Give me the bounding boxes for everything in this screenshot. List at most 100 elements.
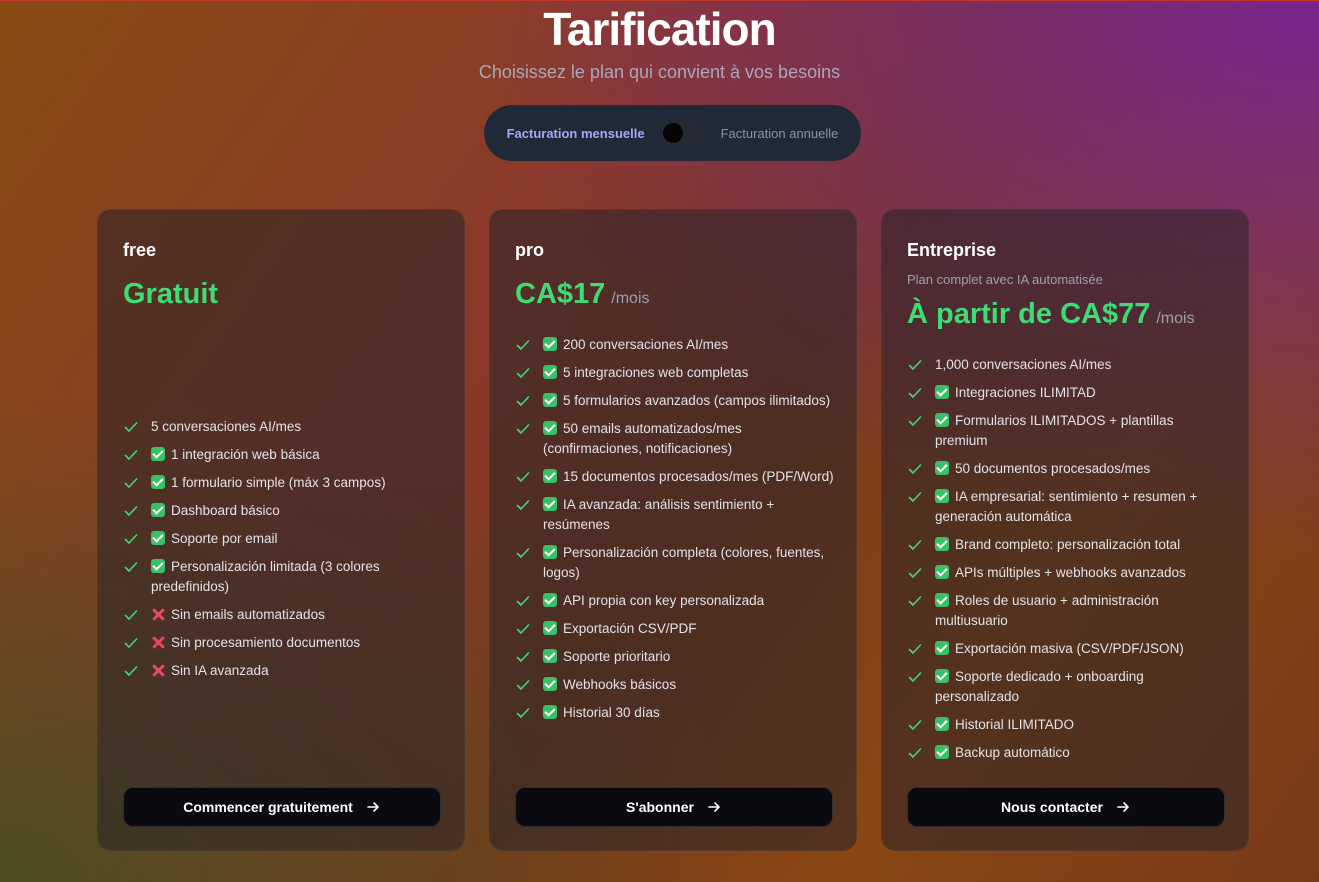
feature-text: Webhooks básicos: [563, 677, 677, 692]
check-icon: [908, 644, 922, 654]
feature-item: Sin procesamiento documentos: [123, 633, 444, 653]
checkbox-emoji-icon: [935, 461, 949, 475]
check-icon: [516, 624, 530, 634]
check-icon: [516, 340, 530, 350]
checkbox-emoji-icon: [151, 447, 165, 461]
check-icon: [124, 638, 138, 648]
check-icon: [908, 720, 922, 730]
button-label: Commencer gratuitement: [183, 799, 353, 815]
checkbox-emoji-icon: [543, 621, 557, 635]
price-period: /mois: [611, 290, 650, 307]
button-label: S'abonner: [626, 799, 694, 815]
feature-text: Integraciones ILIMITAD: [955, 385, 1096, 400]
cross-mark-icon: [151, 607, 165, 621]
feature-text: Exportación CSV/PDF: [563, 621, 697, 636]
check-icon: [124, 478, 138, 488]
check-icon: [124, 534, 138, 544]
feature-item: APIs múltiples + webhooks avanzados: [907, 563, 1228, 583]
check-icon: [908, 388, 922, 398]
feature-item: 1,000 conversaciones AI/mes: [907, 355, 1228, 375]
checkbox-emoji-icon: [935, 385, 949, 399]
billing-annual-label[interactable]: Facturation annuelle: [721, 126, 839, 141]
feature-text: 15 documentos procesados/mes (PDF/Word): [563, 469, 834, 484]
arrow-right-icon: [708, 802, 720, 812]
check-icon: [516, 424, 530, 434]
feature-text: 5 formularios avanzados (campos ilimitad…: [563, 393, 831, 408]
feature-item: Sin emails automatizados: [123, 605, 444, 625]
checkbox-emoji-icon: [935, 413, 949, 427]
plan-card-pro: pro CA$17/mois 200 conversaciones AI/mes…: [489, 209, 857, 851]
check-icon: [516, 680, 530, 690]
feature-text: 200 conversaciones AI/mes: [563, 337, 729, 352]
check-icon: [516, 708, 530, 718]
feature-list: 200 conversaciones AI/mes 5 integraciones…: [515, 335, 836, 731]
check-icon: [516, 596, 530, 606]
check-icon: [124, 450, 138, 460]
feature-item: 5 formularios avanzados (campos ilimitad…: [515, 391, 836, 411]
checkbox-emoji-icon: [543, 649, 557, 663]
price-period: /mois: [1156, 310, 1195, 327]
feature-item: Soporte por email: [123, 529, 444, 549]
toggle-knob: [662, 123, 683, 143]
subscribe-button[interactable]: S'abonner: [515, 787, 833, 827]
feature-text: Personalización completa (colores, fuent…: [543, 545, 825, 580]
start-free-button[interactable]: Commencer gratuitement: [123, 787, 441, 827]
price-amount: CA$17: [515, 278, 606, 310]
checkbox-emoji-icon: [543, 545, 557, 559]
feature-text: APIs múltiples + webhooks avanzados: [955, 565, 1186, 580]
cross-mark-icon: [151, 635, 165, 649]
cross-mark-icon: [151, 663, 165, 677]
feature-text: Sin IA avanzada: [171, 663, 269, 678]
checkbox-emoji-icon: [543, 677, 557, 691]
feature-text: Historial ILIMITADO: [955, 717, 1075, 732]
feature-item: Sin IA avanzada: [123, 661, 444, 681]
check-icon: [516, 500, 530, 510]
feature-text: 50 documentos procesados/mes: [955, 461, 1151, 476]
checkbox-emoji-icon: [543, 469, 557, 483]
feature-item: Personalización completa (colores, fuent…: [515, 543, 836, 583]
feature-item: 1 formulario simple (máx 3 campos): [123, 473, 444, 493]
billing-toggle[interactable]: [660, 121, 705, 145]
feature-text: Soporte dedicado + onboarding personaliz…: [935, 669, 1144, 704]
check-icon: [516, 652, 530, 662]
plan-name: free: [123, 240, 157, 260]
check-icon: [908, 360, 922, 370]
checkbox-emoji-icon: [543, 421, 557, 435]
feature-item: 200 conversaciones AI/mes: [515, 335, 836, 355]
feature-item: Webhooks básicos: [515, 675, 836, 695]
plan-card-enterprise: Entreprise Plan complet avec IA automati…: [881, 209, 1249, 851]
feature-text: Sin emails automatizados: [171, 607, 325, 622]
checkbox-emoji-icon: [543, 393, 557, 407]
checkbox-emoji-icon: [543, 365, 557, 379]
check-icon: [516, 472, 530, 482]
checkbox-emoji-icon: [543, 705, 557, 719]
feature-text: 50 emails automatizados/mes (confirmacio…: [543, 421, 742, 456]
checkbox-emoji-icon: [151, 559, 165, 573]
price-amount: Gratuit: [123, 278, 219, 310]
feature-item: Historial 30 días: [515, 703, 836, 723]
feature-text: IA avanzada: análisis sentimiento + resú…: [543, 497, 775, 532]
contact-us-button[interactable]: Nous contacter: [907, 787, 1225, 827]
feature-text: 1 integración web básica: [171, 447, 320, 462]
billing-switcher: Facturation mensuelle Facturation annuel…: [484, 105, 861, 161]
feature-text: 1 formulario simple (máx 3 campos): [171, 475, 386, 490]
checkbox-emoji-icon: [935, 745, 949, 759]
check-icon: [908, 540, 922, 550]
billing-monthly-label[interactable]: Facturation mensuelle: [507, 126, 645, 141]
button-label: Nous contacter: [1001, 799, 1103, 815]
checkbox-emoji-icon: [935, 669, 949, 683]
feature-text: Sin procesamiento documentos: [171, 635, 361, 650]
feature-item: Exportación CSV/PDF: [515, 619, 836, 639]
plan-description: Plan complet avec IA automatisée: [907, 272, 1103, 287]
check-icon: [516, 396, 530, 406]
feature-item: 50 documentos procesados/mes: [907, 459, 1228, 479]
checkbox-emoji-icon: [151, 503, 165, 517]
feature-text: 5 conversaciones AI/mes: [151, 419, 302, 434]
feature-item: Formularios ILIMITADOS + plantillas prem…: [907, 411, 1228, 451]
check-icon: [908, 748, 922, 758]
feature-list: 1,000 conversaciones AI/mes Integraciones…: [907, 355, 1228, 771]
feature-item: 15 documentos procesados/mes (PDF/Word): [515, 467, 836, 487]
feature-text: Historial 30 días: [563, 705, 660, 720]
feature-item: Personalización limitada (3 colores pred…: [123, 557, 444, 597]
feature-item: IA empresarial: sentimiento + resumen + …: [907, 487, 1228, 527]
